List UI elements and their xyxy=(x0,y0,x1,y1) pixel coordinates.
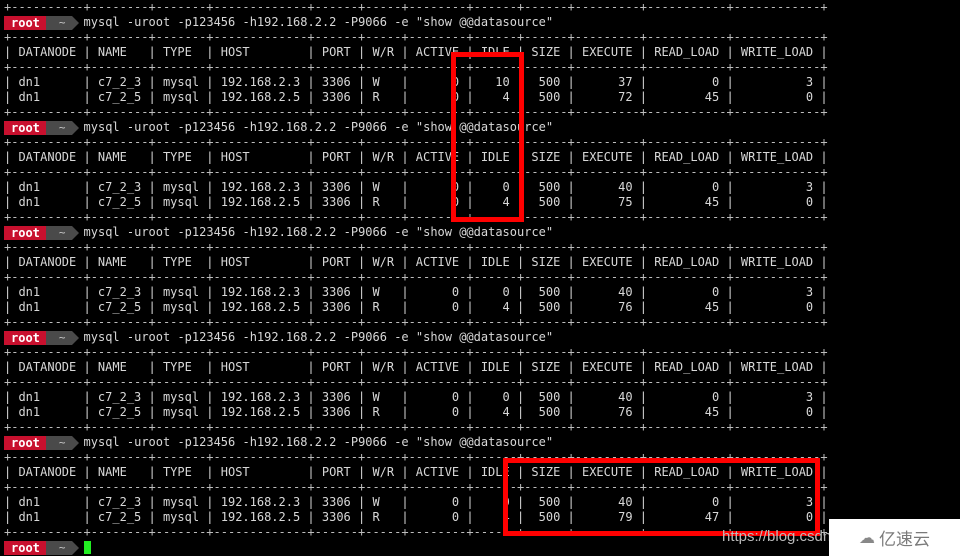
table-border: +----------+--------+-------+-----------… xyxy=(4,315,828,329)
prompt-dir-badge: ~ xyxy=(45,540,79,555)
cloud-logo-icon: ☁ xyxy=(859,528,875,547)
prompt-line: root ~ mysql -uroot -p123456 -h192.168.2… xyxy=(4,225,960,240)
prompt-line: root ~ mysql -uroot -p123456 -h192.168.2… xyxy=(4,330,960,345)
prompt-user-badge: root xyxy=(4,540,53,555)
prompt-user-badge: root xyxy=(4,435,53,450)
table-border: +----------+--------+-------+-----------… xyxy=(4,165,828,179)
prompt-line: root ~ mysql -uroot -p123456 -h192.168.2… xyxy=(4,435,960,450)
table-border: +----------+--------+-------+-----------… xyxy=(4,270,828,284)
command-text: mysql -uroot -p123456 -h192.168.2.2 -P90… xyxy=(83,435,554,449)
table-header: | DATANODE | NAME | TYPE | HOST | PORT |… xyxy=(4,360,828,374)
table-border: +----------+--------+-------+-----------… xyxy=(4,375,828,389)
prompt-dir-badge: ~ xyxy=(45,435,79,450)
table-border: +----------+--------+-------+-----------… xyxy=(4,240,828,254)
prompt-dir-badge: ~ xyxy=(45,120,79,135)
terminal[interactable]: +----------+--------+-------+-----------… xyxy=(4,0,960,555)
table-row: | dn1 | c7_2_3 | mysql | 192.168.2.3 | 3… xyxy=(4,390,828,404)
prompt-dir-badge: ~ xyxy=(45,225,79,240)
command-text: mysql -uroot -p123456 -h192.168.2.2 -P90… xyxy=(83,120,554,134)
table-header: | DATANODE | NAME | TYPE | HOST | PORT |… xyxy=(4,255,828,269)
table-row: | dn1 | c7_2_3 | mysql | 192.168.2.3 | 3… xyxy=(4,75,828,89)
table-border: +----------+--------+-------+-----------… xyxy=(4,210,828,224)
table-row: | dn1 | c7_2_3 | mysql | 192.168.2.3 | 3… xyxy=(4,180,828,194)
watermark-brand-text: 亿速云 xyxy=(879,530,930,550)
command-text: mysql -uroot -p123456 -h192.168.2.2 -P90… xyxy=(83,330,554,344)
table-row: | dn1 | c7_2_5 | mysql | 192.168.2.5 | 3… xyxy=(4,405,828,419)
table-row: | dn1 | c7_2_5 | mysql | 192.168.2.5 | 3… xyxy=(4,510,828,524)
table-row: | dn1 | c7_2_5 | mysql | 192.168.2.5 | 3… xyxy=(4,300,828,314)
table-header: | DATANODE | NAME | TYPE | HOST | PORT |… xyxy=(4,150,828,164)
table-border: +----------+--------+-------+-----------… xyxy=(4,60,828,74)
prompt-user-badge: root xyxy=(4,120,53,135)
command-text: mysql -uroot -p123456 -h192.168.2.2 -P90… xyxy=(83,15,554,29)
table-border: +----------+--------+-------+-----------… xyxy=(4,105,828,119)
terminal-cursor[interactable] xyxy=(83,541,91,554)
table-border: +----------+--------+-------+-----------… xyxy=(4,135,828,149)
prompt-line: root ~ mysql -uroot -p123456 -h192.168.2… xyxy=(4,120,960,135)
prompt-user-badge: root xyxy=(4,330,53,345)
watermark-brand: ☁ 亿速云 xyxy=(829,519,960,556)
table-border: +----------+--------+-------+-----------… xyxy=(4,0,828,14)
prompt-line: root ~ mysql -uroot -p123456 -h192.168.2… xyxy=(4,15,960,30)
command-text: mysql -uroot -p123456 -h192.168.2.2 -P90… xyxy=(83,225,554,239)
table-border: +----------+--------+-------+-----------… xyxy=(4,480,828,494)
prompt-user-badge: root xyxy=(4,225,53,240)
prompt-dir-badge: ~ xyxy=(45,15,79,30)
table-header: | DATANODE | NAME | TYPE | HOST | PORT |… xyxy=(4,45,828,59)
table-border: +----------+--------+-------+-----------… xyxy=(4,420,828,434)
table-border: +----------+--------+-------+-----------… xyxy=(4,345,828,359)
table-header: | DATANODE | NAME | TYPE | HOST | PORT |… xyxy=(4,465,828,479)
table-row: | dn1 | c7_2_3 | mysql | 192.168.2.3 | 3… xyxy=(4,285,828,299)
table-border: +----------+--------+-------+-----------… xyxy=(4,30,828,44)
prompt-user-badge: root xyxy=(4,15,53,30)
table-row: | dn1 | c7_2_5 | mysql | 192.168.2.5 | 3… xyxy=(4,90,828,104)
prompt-dir-badge: ~ xyxy=(45,330,79,345)
table-row: | dn1 | c7_2_5 | mysql | 192.168.2.5 | 3… xyxy=(4,195,828,209)
table-row: | dn1 | c7_2_3 | mysql | 192.168.2.3 | 3… xyxy=(4,495,828,509)
table-border: +----------+--------+-------+-----------… xyxy=(4,450,828,464)
